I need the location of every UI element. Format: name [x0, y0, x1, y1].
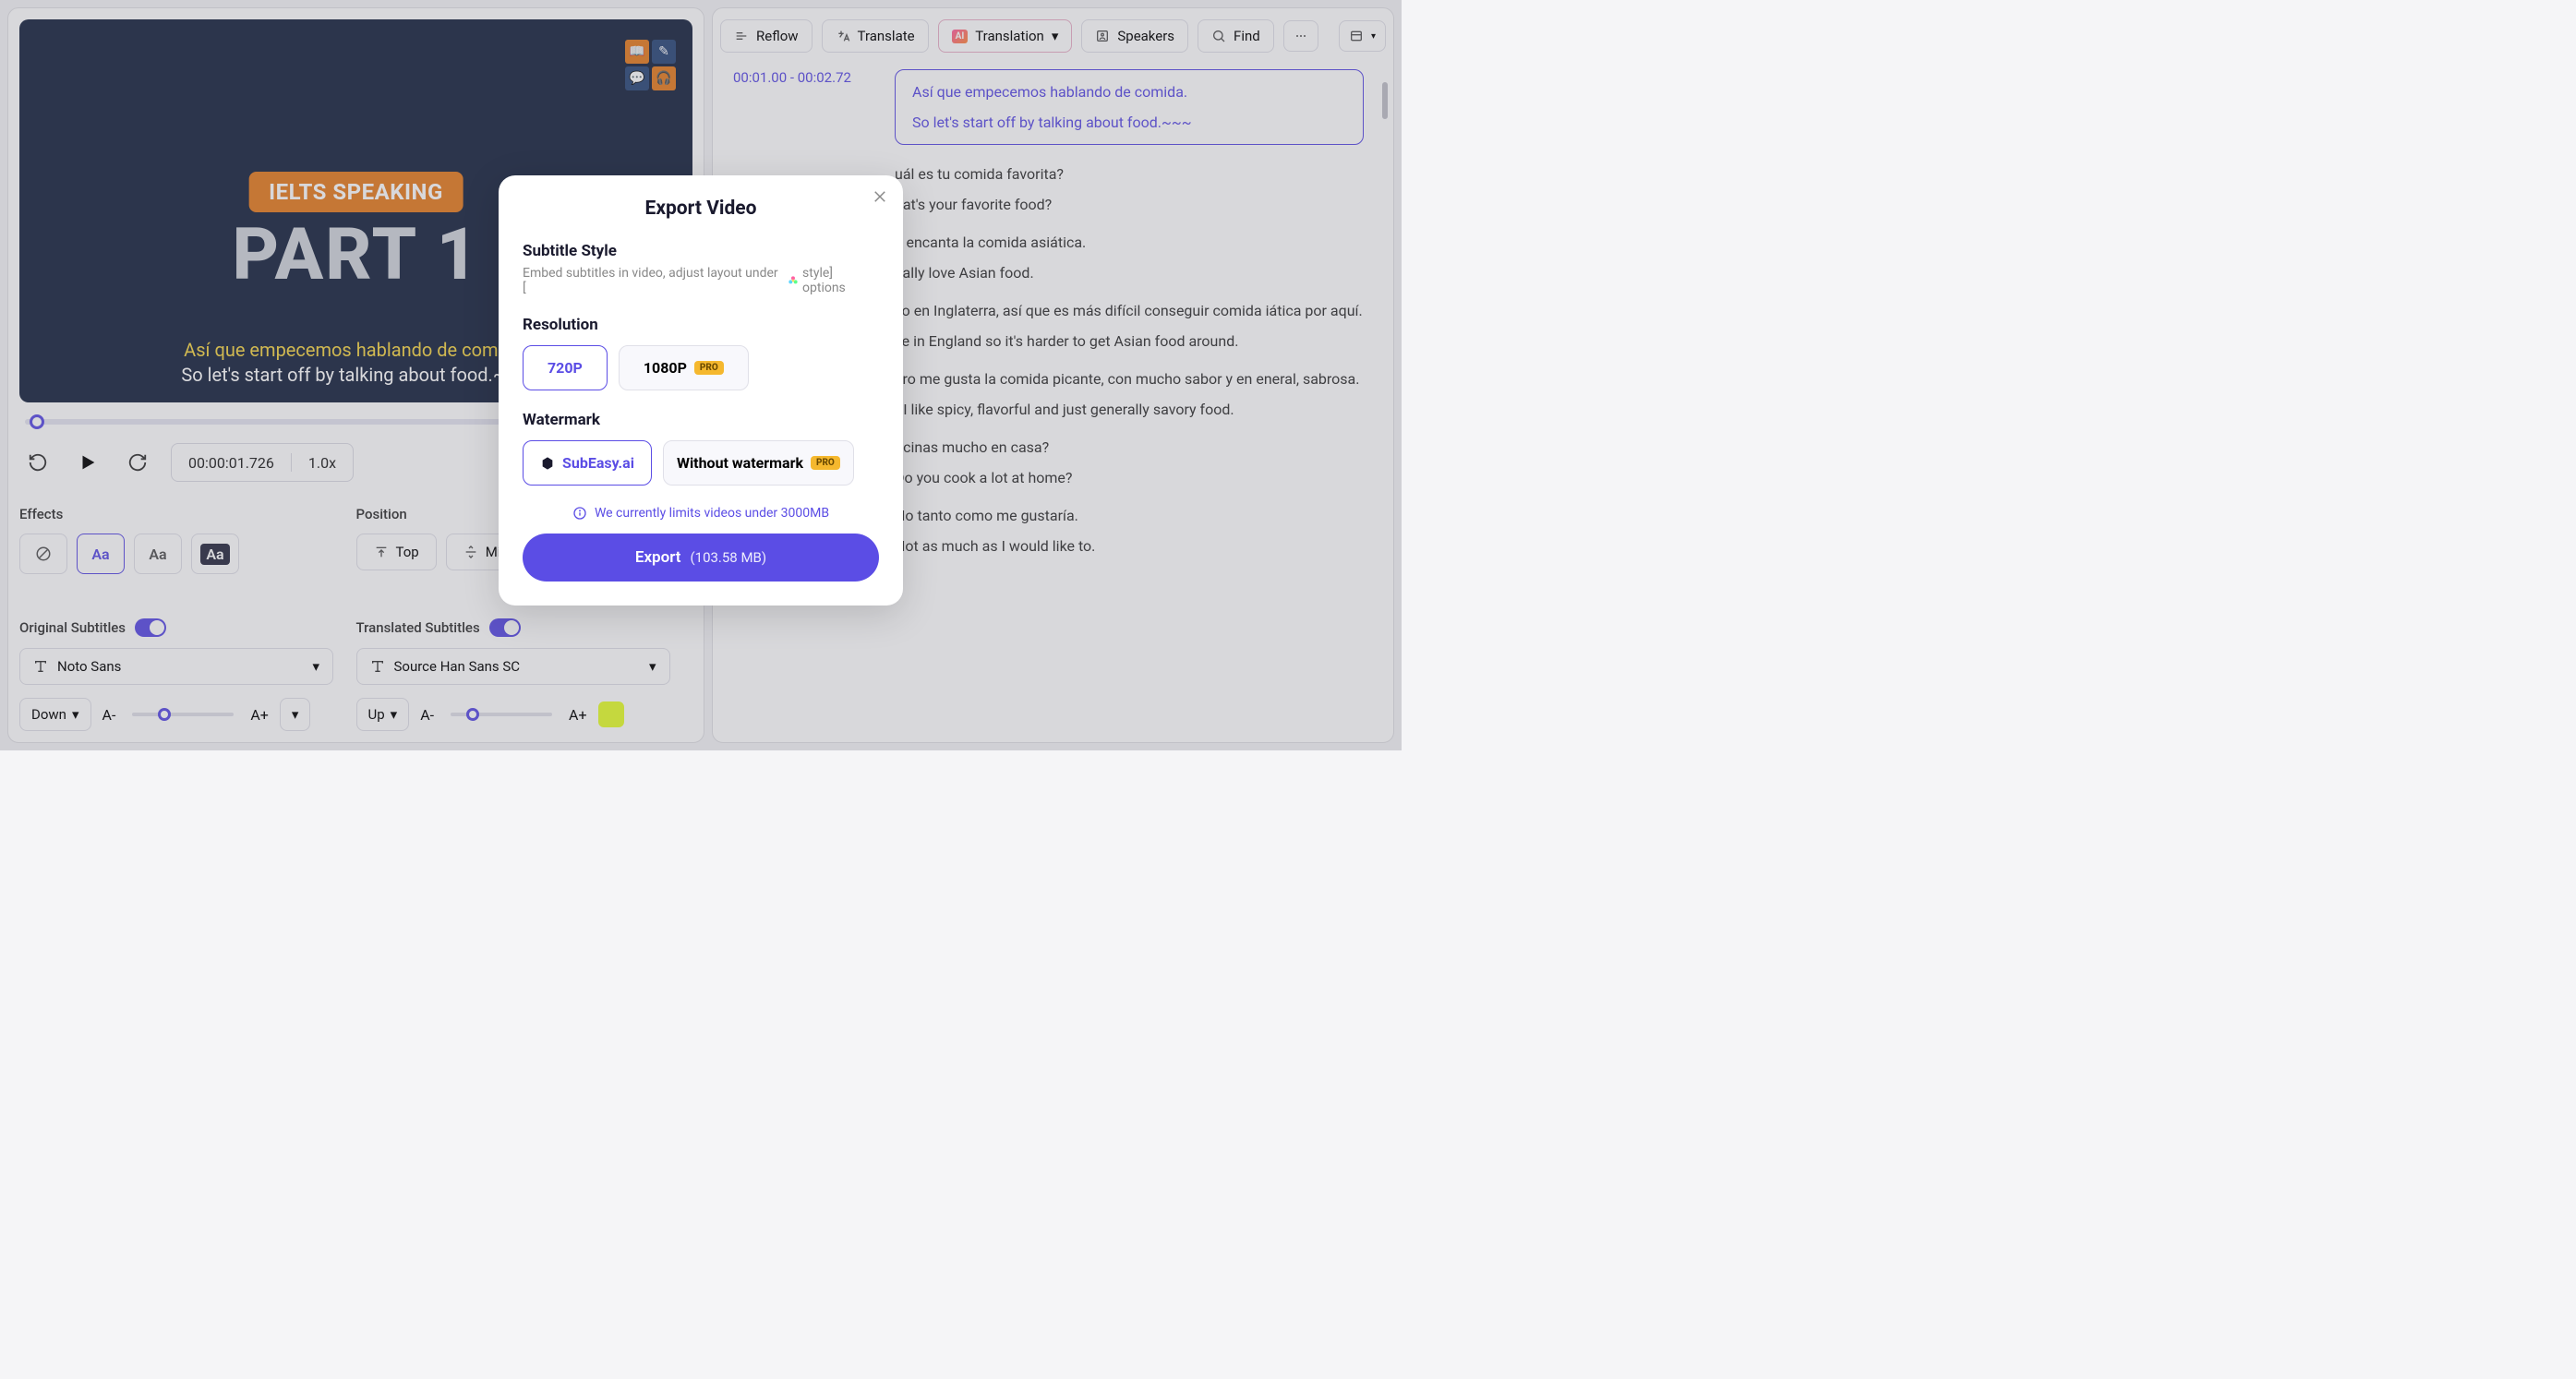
close-icon	[872, 188, 888, 205]
watermark-label: Watermark	[523, 411, 879, 429]
watermark-brand-option[interactable]: SubEasy.ai	[523, 440, 652, 486]
export-info: We currently limits videos under 3000MB	[523, 506, 879, 521]
subtitle-style-desc: Embed subtitles in video, adjust layout …	[523, 266, 879, 295]
info-icon	[572, 506, 587, 521]
resolution-label: Resolution	[523, 316, 879, 334]
export-button[interactable]: Export (103.58 MB)	[523, 534, 879, 582]
close-button[interactable]	[872, 188, 888, 209]
pro-badge: PRO	[694, 361, 724, 375]
resolution-1080-option[interactable]: 1080P PRO	[619, 345, 749, 390]
modal-overlay: Export Video Subtitle Style Embed subtit…	[0, 0, 1402, 750]
resolution-720-option[interactable]: 720P	[523, 345, 608, 390]
export-modal: Export Video Subtitle Style Embed subtit…	[499, 175, 903, 606]
pro-badge: PRO	[811, 456, 840, 470]
flower-icon	[786, 273, 800, 288]
brand-icon	[540, 456, 555, 471]
watermark-none-option[interactable]: Without watermark PRO	[663, 440, 854, 486]
subtitle-style-label: Subtitle Style	[523, 242, 879, 260]
modal-title: Export Video	[523, 198, 879, 220]
